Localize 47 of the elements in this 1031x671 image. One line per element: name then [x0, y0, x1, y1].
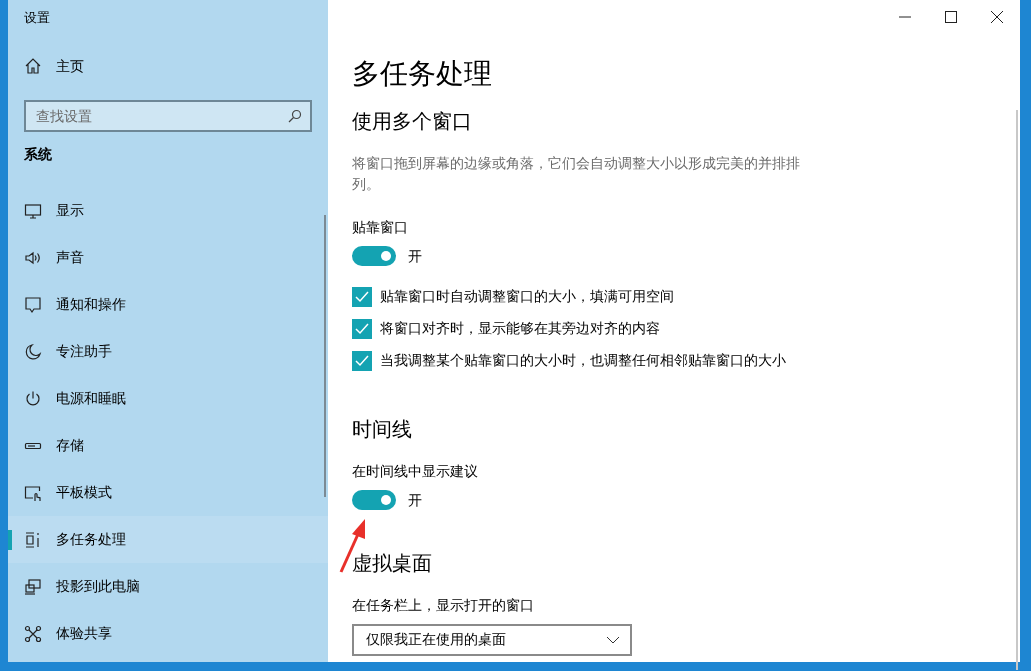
- message-icon: [24, 295, 42, 314]
- tablet-icon: [24, 483, 42, 502]
- setting-label: 在任务栏上，显示打开的窗口: [352, 595, 535, 615]
- sidebar-item[interactable]: 声音: [8, 234, 328, 281]
- sidebar-item[interactable]: 通知和操作: [8, 281, 328, 328]
- setting-label: 贴靠窗口: [352, 217, 409, 237]
- multitasking-icon: [24, 530, 42, 549]
- toggle-switch[interactable]: [352, 490, 396, 511]
- monitor-icon: [24, 201, 42, 220]
- checkbox-label: 将窗口对齐时，显示能够在其旁边对齐的内容: [380, 319, 660, 339]
- sidebar-item[interactable]: 平板模式: [8, 469, 328, 516]
- moon-icon: [24, 342, 42, 361]
- section-heading: 系统: [23, 145, 53, 164]
- sidebar-item[interactable]: 专注助手: [8, 328, 328, 375]
- window-title: 设置: [23, 9, 51, 27]
- sidebar-item[interactable]: 电源和睡眠: [8, 375, 328, 422]
- toggle-state: 开: [408, 246, 422, 266]
- close-icon: [991, 11, 1003, 23]
- share-icon: [24, 624, 42, 643]
- section-heading: 使用多个窗口: [352, 108, 473, 133]
- storage-icon: [24, 441, 42, 450]
- checkbox[interactable]: [352, 318, 372, 339]
- section-description: 将窗口拖到屏幕的边缘或角落，它们会自动调整大小以形成完美的并排排列。: [352, 153, 801, 194]
- checkbox[interactable]: [352, 350, 372, 371]
- checkbox-label: 当我调整某个贴靠窗口的大小时，也调整任何相邻贴靠窗口的大小: [380, 351, 786, 371]
- toggle-state: 开: [408, 490, 422, 510]
- power-icon: [24, 389, 42, 408]
- checkbox-label: 贴靠窗口时自动调整窗口的大小，填满可用空间: [380, 287, 674, 307]
- maximize-icon: [945, 11, 957, 23]
- section-heading: 时间线: [352, 416, 413, 441]
- section-heading: 虚拟桌面: [352, 550, 433, 575]
- setting-label: 在时间线中显示建议: [352, 461, 479, 481]
- sidebar-item[interactable]: 投影到此电脑: [8, 563, 328, 610]
- sidebar-item[interactable]: 体验共享: [8, 610, 328, 657]
- toggle-switch[interactable]: [352, 246, 396, 267]
- chevron-down-icon: [606, 635, 620, 644]
- sidebar-item[interactable]: 显示: [8, 187, 328, 234]
- home-link[interactable]: 主页: [8, 44, 328, 88]
- search-icon: [288, 109, 302, 123]
- dropdown[interactable]: 仅限我正在使用的桌面: [352, 623, 632, 656]
- page-title: 多任务处理: [352, 57, 493, 91]
- sidebar-item[interactable]: 多任务处理: [8, 516, 328, 563]
- search-field[interactable]: 查找设置: [24, 100, 312, 132]
- projector-icon: [24, 577, 42, 596]
- sidebar-item[interactable]: 存储: [8, 422, 328, 469]
- home-icon: [24, 57, 42, 75]
- checkbox[interactable]: [352, 286, 372, 307]
